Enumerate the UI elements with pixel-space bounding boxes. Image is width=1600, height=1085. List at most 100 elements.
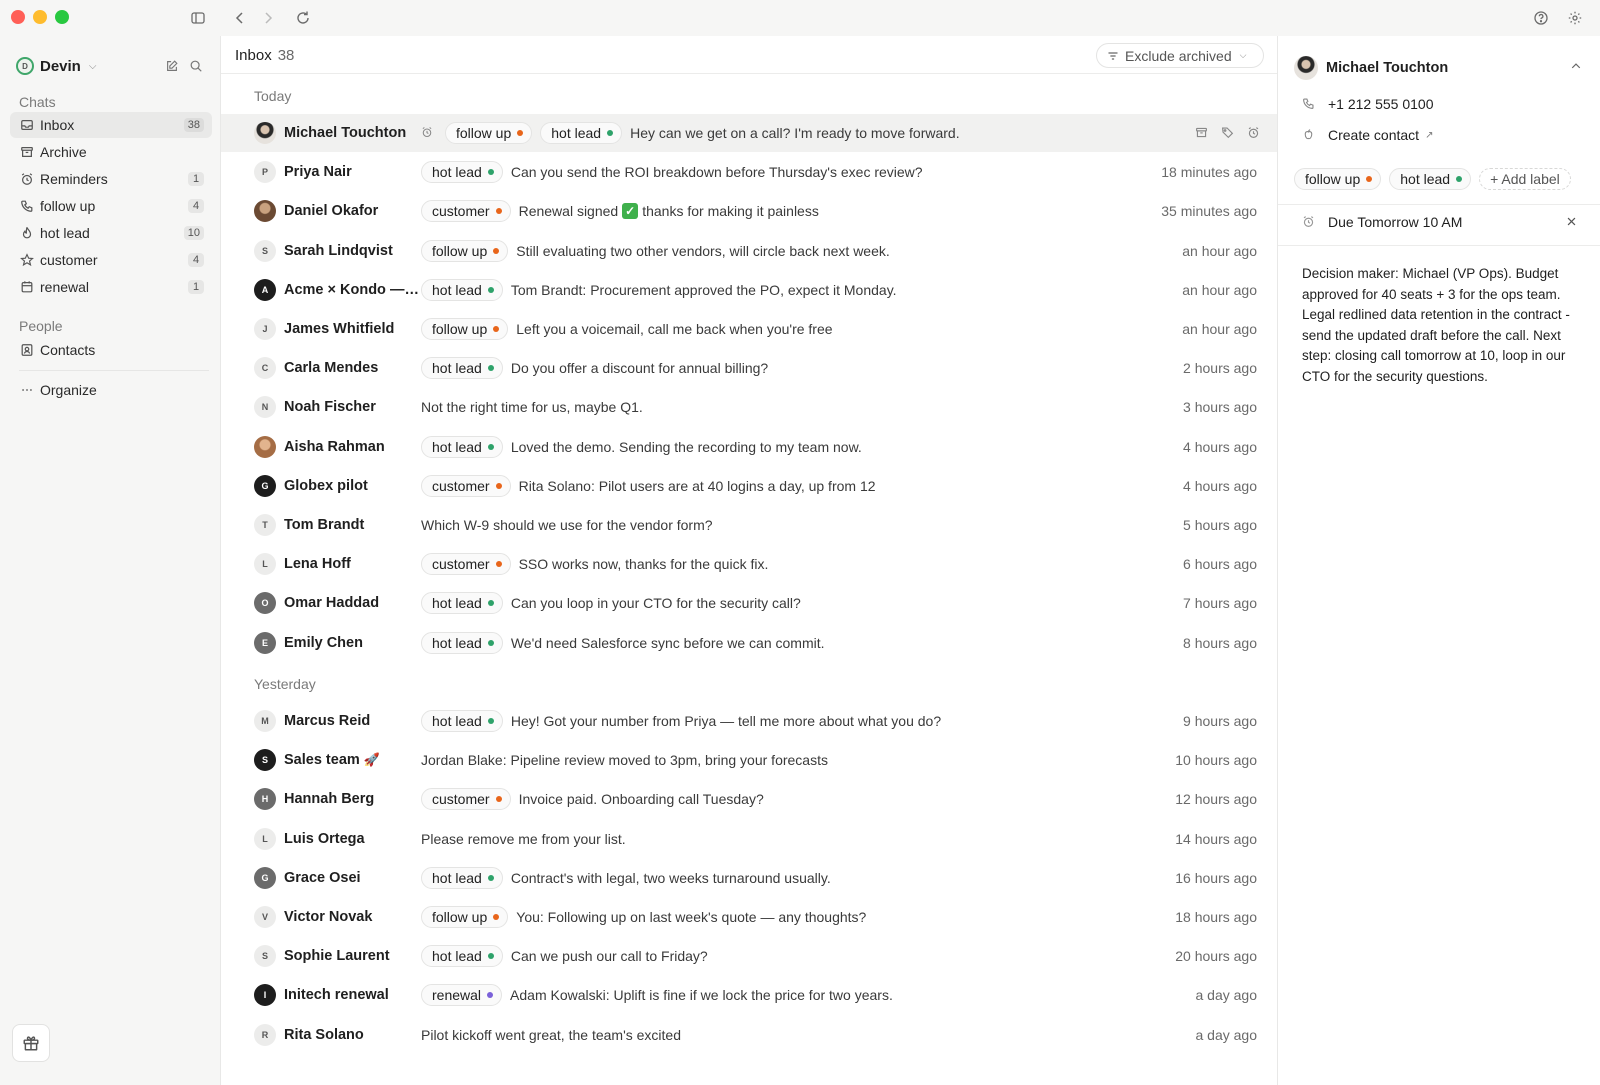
star-icon [19, 252, 35, 268]
settings-gear-icon[interactable] [1565, 8, 1585, 28]
reminder-row[interactable]: Due Tomorrow 10 AM [1302, 214, 1578, 230]
sidebar-toggle-icon[interactable] [188, 8, 208, 28]
conversation-row[interactable]: A Acme × Kondo — d... hot lead Tom Brandt: … [221, 271, 1277, 309]
minimize-window-button[interactable] [33, 10, 47, 24]
label-chip[interactable]: hot lead [421, 945, 503, 968]
conversation-row[interactable]: S Sales team 🚀 Jordan Blake: Pipeline revie… [221, 741, 1277, 779]
conversation-row[interactable]: S Sophie Laurent hot lead Can we push our c… [221, 937, 1277, 975]
conversation-preview: follow up You: Following up on last week'… [421, 906, 866, 928]
contact-notes[interactable]: Decision maker: Michael (VP Ops). Budget… [1302, 264, 1588, 387]
label-chip[interactable]: customer [421, 788, 511, 811]
conversation-row[interactable]: Daniel Okafor customer Renewal signed ✓ than… [221, 192, 1277, 230]
conversation-row[interactable]: L Lena Hoff customer SSO works now, thanks … [221, 545, 1277, 583]
chevron-up-icon[interactable] [1570, 60, 1584, 74]
sidebar-item-customer[interactable]: customer 4 [10, 247, 212, 273]
conversation-row[interactable]: G Globex pilot customer Rita Solano: Pilot … [221, 467, 1277, 505]
compose-icon[interactable] [162, 56, 182, 76]
sidebar-item-inbox[interactable]: Inbox 38 [10, 112, 212, 138]
people-heading: People [19, 318, 63, 334]
label-chip[interactable]: customer [421, 553, 511, 576]
archive-icon[interactable] [1195, 126, 1209, 140]
label-chip[interactable]: hot lead [421, 592, 503, 615]
sidebar-item-contacts[interactable]: Contacts [10, 337, 212, 363]
label-chip-follow-up[interactable]: follow up [1294, 168, 1382, 190]
close-icon[interactable] [1566, 216, 1578, 228]
label-chip[interactable]: follow up [421, 906, 509, 928]
timestamp: 14 hours ago [1175, 830, 1257, 847]
tag-icon[interactable] [1221, 126, 1235, 140]
conversation-row[interactable]: G Grace Osei hot lead Contract's with legal… [221, 859, 1277, 897]
message-preview: Hey can we get on a call? I'm ready to m… [630, 125, 960, 141]
label-chip[interactable]: hot lead [540, 122, 623, 144]
label-chip[interactable]: follow up [445, 122, 533, 144]
contact-avatar [1294, 56, 1318, 80]
conversation-row[interactable]: H Hannah Berg customer Invoice paid. Onboar… [221, 780, 1277, 818]
conversation-row[interactable]: T Tom Brandt Which W-9 should we use for t… [221, 506, 1277, 544]
conversation-preview: follow up Still evaluating two other vend… [421, 239, 890, 262]
contact-phone-row[interactable]: +1 212 555 0100 [1302, 96, 1434, 112]
label-text: follow up [432, 321, 488, 337]
refresh-icon[interactable] [293, 8, 313, 28]
label-chip[interactable]: renewal [421, 984, 503, 1007]
sidebar-item-archive[interactable]: Archive [10, 139, 212, 165]
create-contact-link[interactable]: Create contact ↗ [1302, 127, 1433, 143]
conversation-row[interactable]: O Omar Haddad hot lead Can you loop in your… [221, 584, 1277, 622]
conversation-row[interactable]: V Victor Novak follow up You: Following up … [221, 898, 1277, 936]
message-preview: Can you send the ROI breakdown before Th… [510, 164, 923, 181]
sidebar-item-organize[interactable]: Organize [10, 377, 212, 403]
message-preview: Can you loop in your CTO for the securit… [510, 595, 801, 612]
close-window-button[interactable] [11, 10, 25, 24]
search-icon[interactable] [186, 56, 206, 76]
conversation-row[interactable]: J James Whitfield follow up Left you a voic… [221, 310, 1277, 348]
label-chip[interactable]: hot lead [421, 435, 503, 458]
conversation-row[interactable]: I Initech renewal renewal Adam Kowalski: Up… [221, 976, 1277, 1014]
conversation-row[interactable]: M Marcus Reid hot lead Hey! Got your number… [221, 702, 1277, 740]
sidebar-item-reminders[interactable]: Reminders 1 [10, 166, 212, 192]
label-chip-hot-lead[interactable]: hot lead [1389, 168, 1472, 190]
conversation-name-text: Sophie Laurent [284, 948, 390, 965]
zoom-window-button[interactable] [55, 10, 69, 24]
conversation-row[interactable]: Aisha Rahman hot lead Loved the demo. Send… [221, 428, 1277, 466]
conversation-preview: Please remove me from your list. [421, 831, 626, 847]
sidebar-item-hot-lead[interactable]: hot lead 10 [10, 220, 212, 246]
conversation-row[interactable]: L Luis Ortega Please remove me from your l… [221, 820, 1277, 858]
help-icon[interactable] [1531, 8, 1551, 28]
conversation-row[interactable]: Michael Touchton follow up hot lead Hey can… [221, 114, 1277, 152]
label-chip[interactable]: follow up [421, 318, 509, 340]
label-chip[interactable]: customer [421, 200, 511, 223]
conversation-preview: Jordan Blake: Pipeline review moved to 3… [421, 752, 828, 768]
conversation-row[interactable]: S Sarah Lindqvist follow up Still evaluatin… [221, 232, 1277, 270]
conversation-row[interactable]: C Carla Mendes hot lead Do you offer a disc… [221, 349, 1277, 387]
add-label-button[interactable]: + Add label [1479, 168, 1571, 190]
sidebar-item-renewal[interactable]: renewal 1 [10, 274, 212, 300]
group-label-today: Today [254, 88, 292, 104]
timestamp: 4 hours ago [1183, 477, 1257, 494]
conversation-name-text: Omar Haddad [284, 595, 380, 612]
label-chip[interactable]: hot lead [421, 357, 503, 380]
gift-button[interactable] [12, 1024, 50, 1062]
label-chip[interactable]: hot lead [421, 710, 503, 732]
alarm-clock-icon[interactable] [1247, 126, 1261, 140]
user-name: Devin [40, 57, 81, 75]
conversation-row[interactable]: R Rita Solano Pilot kickoff went great, th… [221, 1016, 1277, 1054]
conversation-preview: customer Rita Solano: Pilot users are at … [421, 474, 876, 497]
label-chip[interactable]: follow up [421, 239, 509, 262]
workspace-switcher[interactable]: D Devin ⌵ [16, 52, 212, 80]
back-icon[interactable] [230, 8, 250, 28]
forward-icon[interactable] [258, 8, 278, 28]
exclude-archived-filter[interactable]: Exclude archived ⌵ [1096, 43, 1264, 68]
contact-header[interactable]: Michael Touchton [1294, 56, 1584, 80]
label-chip[interactable]: hot lead [421, 631, 503, 654]
label-chip[interactable]: customer [421, 474, 511, 497]
avatar: V [254, 906, 276, 928]
sidebar-item-follow-up[interactable]: follow up 4 [10, 193, 212, 219]
chats-heading: Chats [19, 94, 56, 110]
label-chip[interactable]: hot lead [421, 161, 503, 184]
conversation-row[interactable]: E Emily Chen hot lead We'd need Salesforce … [221, 624, 1277, 662]
conversation-row[interactable]: N Noah Fischer Not the right time for us, … [221, 388, 1277, 426]
avatar: S [254, 239, 276, 262]
conversation-row[interactable]: P Priya Nair hot lead Can you send the ROI … [221, 153, 1277, 191]
label-chip[interactable]: hot lead [421, 866, 503, 889]
label-chip[interactable]: hot lead [421, 278, 503, 301]
message-preview: Please remove me from your list. [421, 830, 626, 847]
